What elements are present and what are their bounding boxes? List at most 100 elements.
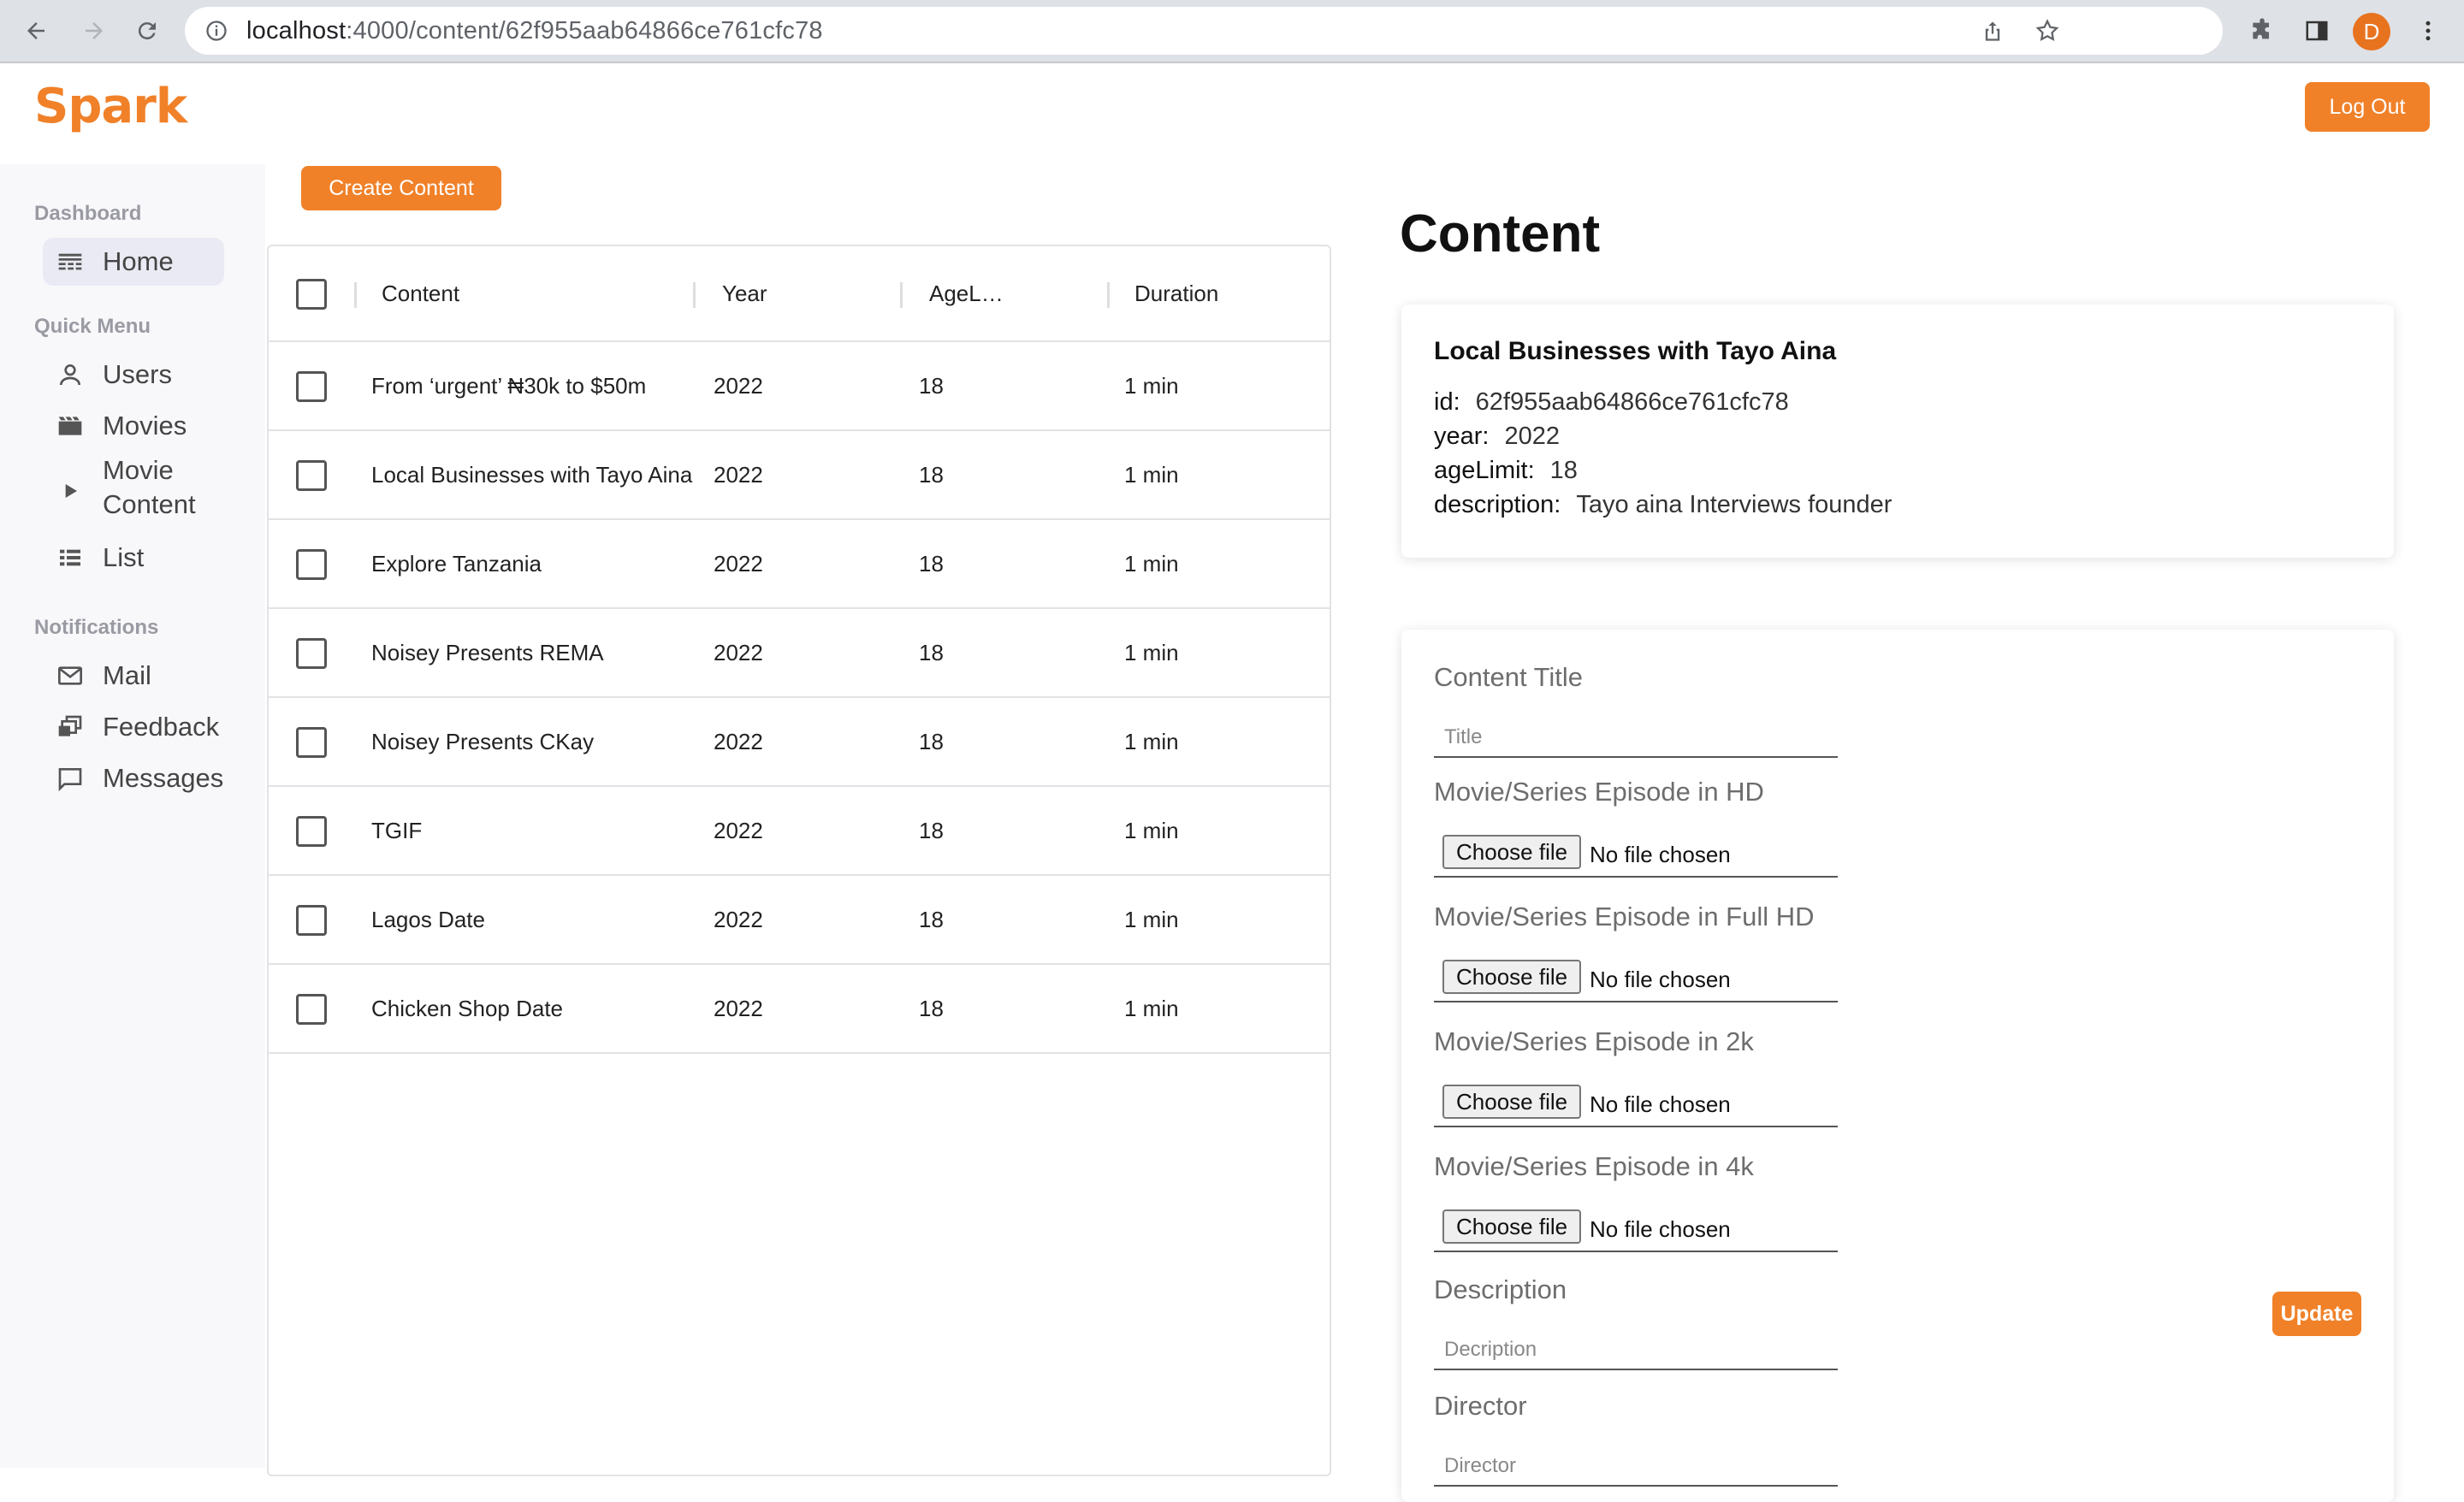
- forward-button[interactable]: [74, 10, 115, 51]
- table-header: Content Year AgeL… Duration: [269, 246, 1330, 342]
- cell-year: 2022: [714, 729, 763, 754]
- row-checkbox[interactable]: [296, 816, 327, 847]
- arrow-right-icon: [86, 22, 103, 39]
- row-checkbox[interactable]: [296, 905, 327, 936]
- sidebar-section-title: Dashboard: [34, 202, 142, 225]
- title-input[interactable]: Title: [1434, 713, 1838, 758]
- profile-avatar[interactable]: D: [2353, 13, 2390, 50]
- cell-duration: 1 min: [1124, 640, 1179, 665]
- column-header-age-limit[interactable]: AgeL…: [929, 281, 1004, 307]
- choose-file-button[interactable]: Choose file: [1442, 835, 1582, 869]
- table-row[interactable]: Noisey Presents REMA 2022 18 1 min: [269, 609, 1330, 698]
- description-placeholder: Decription: [1444, 1338, 1537, 1361]
- update-button[interactable]: Update: [2272, 1292, 2361, 1336]
- brand-logo[interactable]: Spark: [34, 79, 187, 134]
- info-value: 18: [1549, 457, 1578, 484]
- sidebar-item-movie-content[interactable]: Movie Content: [43, 453, 224, 530]
- row-checkbox[interactable]: [296, 994, 327, 1025]
- full-hd-file-input[interactable]: Choose file No file chosen: [1434, 953, 1838, 1002]
- select-all-checkbox[interactable]: [296, 279, 327, 310]
- cell-age-limit: 18: [919, 818, 944, 843]
- row-checkbox[interactable]: [296, 549, 327, 580]
- sidebar-item-messages[interactable]: Messages: [43, 754, 224, 802]
- arrow-left-icon: [27, 22, 44, 39]
- sidebar-item-home[interactable]: Home: [43, 238, 224, 286]
- content-table: Content Year AgeL… Duration From ‘urgent…: [267, 245, 1331, 1476]
- choose-file-button[interactable]: Choose file: [1442, 1085, 1582, 1119]
- 2k-file-input[interactable]: Choose file No file chosen: [1434, 1078, 1838, 1127]
- cell-age-limit: 18: [919, 907, 944, 932]
- cell-age-limit: 18: [919, 462, 944, 488]
- sidebar-item-mail[interactable]: Mail: [43, 652, 224, 700]
- row-checkbox[interactable]: [296, 460, 327, 491]
- cell-duration: 1 min: [1124, 907, 1179, 932]
- cell-duration: 1 min: [1124, 551, 1179, 577]
- cell-content: From ‘urgent’ ₦30k to $50m: [371, 373, 647, 399]
- reload-button[interactable]: [127, 10, 168, 51]
- sidebar-item-label: Movies: [103, 411, 187, 441]
- 4k-file-label: Movie/Series Episode in 4k: [1434, 1151, 1754, 1181]
- column-separator[interactable]: [1107, 282, 1110, 308]
- description-input[interactable]: Decription: [1434, 1326, 1838, 1370]
- column-separator[interactable]: [354, 282, 357, 308]
- row-checkbox[interactable]: [296, 371, 327, 402]
- url-text: localhost:4000/content/62f955aab64866ce7…: [246, 17, 823, 45]
- director-label: Director: [1434, 1391, 1527, 1421]
- 2k-file-label: Movie/Series Episode in 2k: [1434, 1026, 1754, 1056]
- sidebar-item-label: List: [103, 542, 145, 572]
- message-icon: [53, 761, 87, 795]
- info-description: description: Tayo aina Interviews founder: [1434, 491, 1892, 519]
- table-row[interactable]: From ‘urgent’ ₦30k to $50m 2022 18 1 min: [269, 342, 1330, 431]
- clapperboard-icon: [53, 409, 87, 443]
- cell-content: Noisey Presents CKay: [371, 729, 595, 754]
- row-checkbox[interactable]: [296, 638, 327, 669]
- 4k-file-input[interactable]: Choose file No file chosen: [1434, 1203, 1838, 1252]
- director-input[interactable]: Director: [1434, 1442, 1838, 1487]
- feedback-icon: [53, 710, 87, 744]
- create-content-button[interactable]: Create Content: [301, 166, 501, 210]
- sidebar-item-feedback[interactable]: Feedback: [43, 703, 224, 751]
- site-info-icon[interactable]: [204, 18, 229, 44]
- column-header-duration[interactable]: Duration: [1134, 281, 1218, 307]
- sidebar-item-users[interactable]: Users: [43, 351, 224, 399]
- cell-year: 2022: [714, 640, 763, 665]
- choose-file-button[interactable]: Choose file: [1442, 960, 1582, 994]
- column-header-year[interactable]: Year: [722, 281, 767, 307]
- file-status-text: No file chosen: [1590, 1216, 1731, 1242]
- side-panel-icon[interactable]: [2301, 15, 2332, 46]
- table-row[interactable]: Local Businesses with Tayo Aina 2022 18 …: [269, 431, 1330, 520]
- logout-button[interactable]: Log Out: [2305, 82, 2430, 132]
- table-row[interactable]: Chicken Shop Date 2022 18 1 min: [269, 965, 1330, 1054]
- table-row[interactable]: Lagos Date 2022 18 1 min: [269, 876, 1330, 965]
- column-separator[interactable]: [693, 282, 696, 308]
- table-row[interactable]: TGIF 2022 18 1 min: [269, 787, 1330, 876]
- share-icon[interactable]: [1980, 18, 2005, 44]
- back-button[interactable]: [15, 10, 56, 51]
- cell-year: 2022: [714, 907, 763, 932]
- row-checkbox[interactable]: [296, 727, 327, 758]
- sidebar-section-title: Quick Menu: [34, 315, 151, 338]
- choose-file-button[interactable]: Choose file: [1442, 1209, 1582, 1244]
- extensions-puzzle-icon[interactable]: [2247, 15, 2277, 46]
- content-info-card: Local Businesses with Tayo Aina id: 62f95…: [1401, 305, 2394, 558]
- table-row[interactable]: Explore Tanzania 2022 18 1 min: [269, 520, 1330, 609]
- list-icon: [53, 541, 87, 575]
- more-vertical-icon[interactable]: [2413, 15, 2443, 46]
- info-id: id: 62f955aab64866ce761cfc78: [1434, 388, 1789, 417]
- bookmark-star-icon[interactable]: [2035, 18, 2060, 44]
- url-host: localhost: [246, 16, 346, 44]
- page-title: Content: [1400, 204, 1601, 263]
- hd-file-input[interactable]: Choose file No file chosen: [1434, 828, 1838, 878]
- file-status-text: No file chosen: [1590, 1091, 1731, 1117]
- cell-duration: 1 min: [1124, 996, 1179, 1021]
- sidebar-item-movies[interactable]: Movies: [43, 402, 224, 450]
- address-bar[interactable]: localhost:4000/content/62f955aab64866ce7…: [185, 7, 2223, 55]
- mail-icon: [53, 659, 87, 693]
- column-header-content[interactable]: Content: [382, 281, 459, 307]
- cell-year: 2022: [714, 462, 763, 488]
- column-separator[interactable]: [900, 282, 903, 308]
- sidebar-item-list[interactable]: List: [43, 534, 224, 582]
- table-row[interactable]: Noisey Presents CKay 2022 18 1 min: [269, 698, 1330, 787]
- cell-age-limit: 18: [919, 996, 944, 1021]
- description-label: Description: [1434, 1274, 1567, 1304]
